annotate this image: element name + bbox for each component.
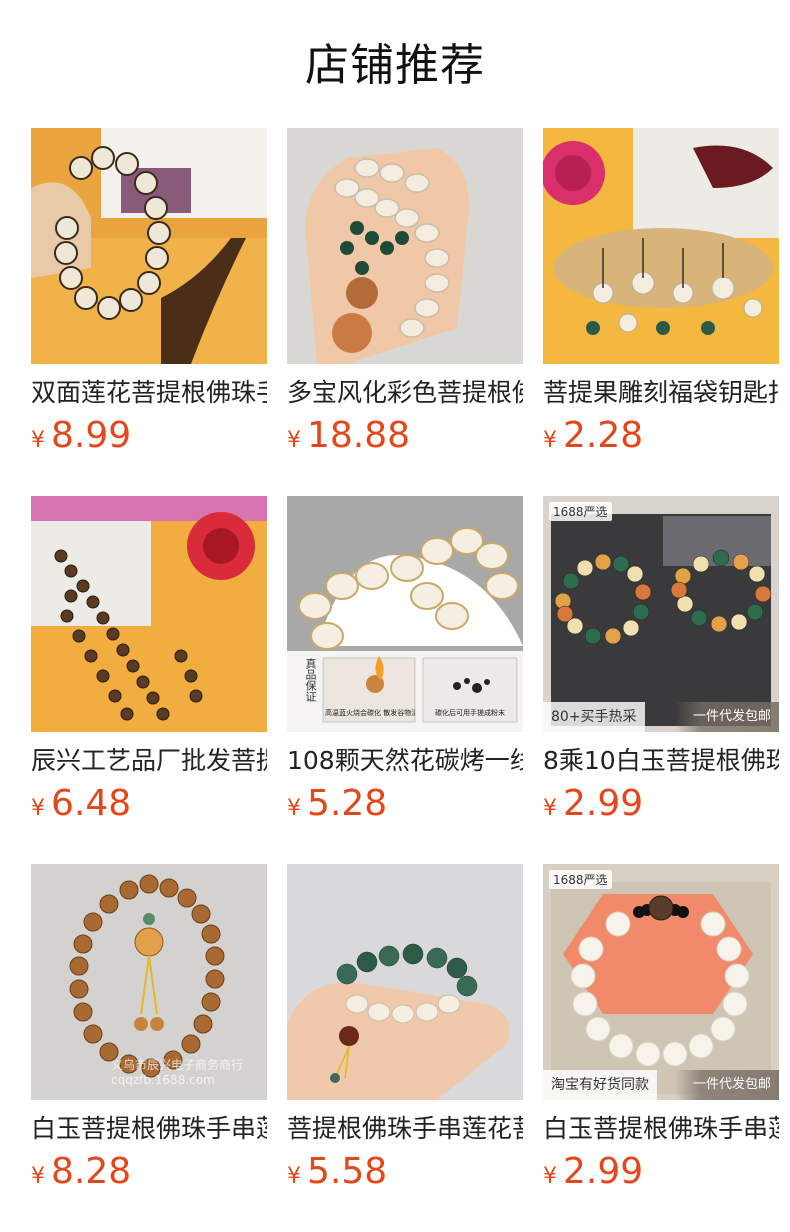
price-value: 5.58 [307, 1151, 388, 1192]
product-price: ¥2.99 [543, 784, 779, 824]
image-caption: 碳化后可用手搓成粉末 [435, 709, 505, 717]
price-value: 2.99 [563, 1151, 644, 1192]
currency-symbol: ¥ [31, 428, 45, 453]
product-grid: 双面莲花菩提根佛珠手串 ¥8.99 [31, 128, 779, 1232]
badge-1688-selected: 1688严选 [549, 502, 612, 521]
currency-symbol: ¥ [287, 796, 301, 821]
product-price: ¥5.58 [287, 1152, 523, 1192]
currency-symbol: ¥ [543, 796, 557, 821]
product-image[interactable] [287, 128, 523, 364]
product-price: ¥8.99 [31, 416, 267, 456]
currency-symbol: ¥ [287, 1164, 301, 1189]
price-value: 6.48 [51, 783, 132, 824]
currency-symbol: ¥ [543, 428, 557, 453]
price-value: 5.28 [307, 783, 388, 824]
price-value: 18.88 [307, 415, 411, 456]
product-price: ¥18.88 [287, 416, 523, 456]
mala-strands-photo [31, 496, 267, 732]
bodhi-mala-photo [287, 128, 523, 364]
carved-beads-photo [287, 496, 523, 732]
badge-free-shipping: 一件代发包邮 [674, 1070, 779, 1100]
product-title[interactable]: 白玉菩提根佛珠手串莲花 [543, 1112, 779, 1146]
product-price: ¥2.28 [543, 416, 779, 456]
product-price: ¥5.28 [287, 784, 523, 824]
product-title[interactable]: 白玉菩提根佛珠手串莲花 [31, 1112, 267, 1146]
product-card[interactable]: 双面莲花菩提根佛珠手串 ¥8.99 [31, 128, 267, 496]
colored-bracelets-photo [543, 496, 779, 732]
product-card[interactable]: 多宝风化彩色菩提根佛珠 ¥18.88 [287, 128, 523, 496]
badge-taobao-same: 淘宝有好货同款 [543, 1070, 657, 1100]
badge-1688-selected: 1688严选 [549, 870, 612, 889]
product-title[interactable]: 8乘10白玉菩提根佛珠手串 [543, 744, 779, 778]
product-card[interactable]: 1688严选 80+买手热采 一件代发包邮 8乘10白玉菩提根佛珠手串 ¥2.9… [543, 496, 779, 864]
product-title[interactable]: 菩提根佛珠手串莲花菩提 [287, 1112, 523, 1146]
price-value: 8.28 [51, 1151, 132, 1192]
product-image[interactable]: 义乌市辰兴电子商务商行 cqqzfb.1688.com [31, 864, 267, 1100]
product-title[interactable]: 菩提果雕刻福袋钥匙扣挂件 [543, 376, 779, 410]
guarantee-caption: 真品保证 [304, 658, 317, 702]
product-image[interactable]: 真品保证 高温蓝火烧会碳化 散发谷物清香 碳化后可用手搓成粉末 [287, 496, 523, 732]
product-image[interactable] [31, 496, 267, 732]
currency-symbol: ¥ [287, 428, 301, 453]
product-card[interactable]: 辰兴工艺品厂批发菩提根 ¥6.48 [31, 496, 267, 864]
keychain-pendant-photo [543, 128, 779, 364]
product-card[interactable]: 菩提果雕刻福袋钥匙扣挂件 ¥2.28 [543, 128, 779, 496]
price-value: 2.28 [563, 415, 644, 456]
product-card[interactable]: 1688严选 淘宝有好货同款 一件代发包邮 白玉菩提根佛珠手串莲花 ¥2.99 [543, 864, 779, 1232]
currency-symbol: ¥ [543, 1164, 557, 1189]
product-price: ¥6.48 [31, 784, 267, 824]
product-card[interactable]: 菩提根佛珠手串莲花菩提 ¥5.58 [287, 864, 523, 1232]
currency-symbol: ¥ [31, 796, 45, 821]
product-image[interactable]: 1688严选 淘宝有好货同款 一件代发包邮 [543, 864, 779, 1100]
product-image[interactable] [287, 864, 523, 1100]
hand-bracelet-photo [287, 864, 523, 1100]
product-price: ¥2.99 [543, 1152, 779, 1192]
product-image[interactable] [31, 128, 267, 364]
product-image[interactable]: 1688严选 80+买手热采 一件代发包邮 [543, 496, 779, 732]
product-image[interactable] [543, 128, 779, 364]
section-title: 店铺推荐 [305, 40, 485, 91]
product-card[interactable]: 真品保证 高温蓝火烧会碳化 散发谷物清香 碳化后可用手搓成粉末 108颗天然花碳… [287, 496, 523, 864]
price-value: 8.99 [51, 415, 132, 456]
shop-watermark: 义乌市辰兴电子商务商行 cqqzfb.1688.com [111, 1058, 244, 1087]
bodhi-bracelet-photo [31, 128, 267, 364]
badge-free-shipping: 一件代发包邮 [674, 702, 779, 732]
product-title[interactable]: 辰兴工艺品厂批发菩提根 [31, 744, 267, 778]
product-title[interactable]: 108颗天然花碳烤一线天 [287, 744, 523, 778]
currency-symbol: ¥ [31, 1164, 45, 1189]
image-caption: 高温蓝火烧会碳化 散发谷物清香 [325, 709, 415, 717]
product-title[interactable]: 多宝风化彩色菩提根佛珠 [287, 376, 523, 410]
white-bracelet-photo [543, 864, 779, 1100]
badge-hot-pick: 80+买手热采 [543, 702, 645, 732]
product-price: ¥8.28 [31, 1152, 267, 1192]
product-title[interactable]: 双面莲花菩提根佛珠手串 [31, 376, 267, 410]
product-card[interactable]: 义乌市辰兴电子商务商行 cqqzfb.1688.com 白玉菩提根佛珠手串莲花 … [31, 864, 267, 1232]
price-value: 2.99 [563, 783, 644, 824]
